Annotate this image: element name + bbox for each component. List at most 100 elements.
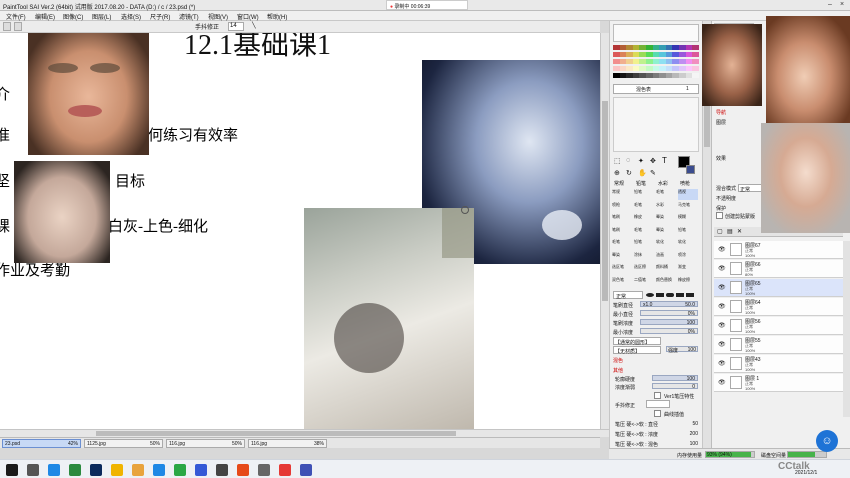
clip-mask-checkbox[interactable] bbox=[716, 212, 723, 219]
brush-tool-cell[interactable]: 软化 bbox=[656, 239, 676, 250]
color-swatch[interactable] bbox=[692, 73, 700, 78]
reference-photo-girl[interactable] bbox=[14, 161, 110, 263]
brush-tool-cell[interactable]: 毛笔 bbox=[612, 239, 632, 250]
tool-tab[interactable]: 铅笔 bbox=[636, 180, 646, 187]
visibility-eye-icon[interactable]: 👁 bbox=[718, 322, 726, 329]
taskview-icon[interactable] bbox=[27, 464, 39, 476]
pressure-size-value[interactable]: 50 bbox=[684, 421, 698, 427]
media-icon[interactable] bbox=[153, 464, 165, 476]
reference-photo-ornate[interactable] bbox=[702, 24, 762, 106]
ver1-checkbox[interactable] bbox=[654, 392, 661, 399]
texture-strength-slider[interactable]: 强度 100 bbox=[666, 346, 698, 354]
menu-help[interactable]: 帮助(H) bbox=[267, 12, 287, 21]
color-swatch[interactable] bbox=[692, 66, 700, 71]
layer-row[interactable]: 👁 图层66 正常 80% bbox=[714, 260, 843, 278]
brush-tool-cell[interactable]: 笔刷 bbox=[612, 214, 632, 225]
lasso-icon[interactable]: ◌ bbox=[626, 157, 630, 164]
color-swatch-grid[interactable] bbox=[613, 45, 700, 81]
menu-edit[interactable]: 编辑(E) bbox=[35, 12, 55, 21]
close-icon[interactable]: × bbox=[838, 1, 846, 9]
reference-photo-veil-white[interactable] bbox=[304, 208, 474, 429]
tool-tab[interactable]: 喷枪 bbox=[680, 180, 690, 187]
color-mixer-field[interactable]: 混色表 1 bbox=[613, 84, 699, 94]
curve-checkbox[interactable] bbox=[654, 410, 661, 417]
brush-tool-cell[interactable]: 铅笔 bbox=[634, 239, 654, 250]
browser-icon[interactable] bbox=[69, 464, 81, 476]
brush-tool-cell[interactable]: 选区笔 bbox=[612, 264, 632, 275]
app2-icon[interactable] bbox=[258, 464, 270, 476]
fade-slider[interactable]: 0 bbox=[652, 383, 698, 390]
menu-select[interactable]: 选择(S) bbox=[121, 12, 141, 21]
visibility-eye-icon[interactable]: 👁 bbox=[718, 284, 726, 291]
brush-tool-cell[interactable]: 油画 bbox=[656, 252, 676, 263]
brush-tool-cell[interactable]: 常规 bbox=[612, 189, 632, 200]
brush-tool-cell[interactable]: 喷涂 bbox=[678, 252, 698, 263]
brush-texture-select[interactable]: 【无材质】 bbox=[613, 346, 661, 355]
folder-icon[interactable] bbox=[111, 464, 123, 476]
brush-tool-cell[interactable]: 颜料桶 bbox=[656, 264, 676, 275]
pressure-density-value[interactable]: 200 bbox=[684, 431, 698, 437]
brush-tool-cell[interactable]: 软化 bbox=[678, 239, 698, 250]
brush-tool-cell[interactable]: 橡皮擦 bbox=[678, 277, 698, 288]
horizontal-scroll-thumb[interactable] bbox=[96, 431, 456, 436]
tab-116-jpg-2[interactable]: 116.jpg 38% bbox=[248, 439, 327, 448]
shield-icon[interactable] bbox=[195, 464, 207, 476]
tab-23-psd[interactable]: 23.psd 42% bbox=[2, 439, 81, 448]
start-icon[interactable] bbox=[6, 464, 18, 476]
brush-shape-select[interactable]: 【通常的圆形】 bbox=[613, 337, 661, 346]
slash-icon[interactable]: ╲ bbox=[252, 22, 256, 31]
edge-icon[interactable] bbox=[48, 464, 60, 476]
brush-tool-cell[interactable]: 透视 bbox=[678, 189, 698, 200]
wps-icon[interactable] bbox=[279, 464, 291, 476]
menu-image[interactable]: 图像(C) bbox=[63, 12, 83, 21]
stabilizer-input[interactable]: 14 bbox=[228, 22, 244, 31]
app3-icon[interactable] bbox=[300, 464, 312, 476]
canvas-area[interactable]: 12.1基础课1 介 准 何练习有效率 坚 目标 课 白灰-上色-细化 作业及考… bbox=[0, 33, 600, 429]
visibility-eye-icon[interactable]: 👁 bbox=[718, 341, 726, 348]
brush-tool-cell[interactable]: 橡皮 bbox=[634, 214, 654, 225]
new-layer-icon[interactable]: ▢ bbox=[717, 228, 723, 235]
brush-tool-cell[interactable]: 毛笔 bbox=[634, 202, 654, 213]
brush-shape-row[interactable] bbox=[646, 291, 696, 299]
menu-window[interactable]: 窗口(W) bbox=[237, 12, 259, 21]
magic-wand-icon[interactable]: ✦ bbox=[638, 157, 644, 165]
recording-indicator[interactable]: ● 录制中 00:06:39 bbox=[386, 0, 468, 10]
canvas-vertical-scrollbar[interactable] bbox=[600, 33, 609, 429]
reference-photo-flowers[interactable] bbox=[766, 16, 850, 126]
tab-116-jpg[interactable]: 116.jpg 50% bbox=[166, 439, 245, 448]
reference-photo-portrait[interactable] bbox=[28, 33, 149, 155]
redo-icon[interactable] bbox=[14, 22, 22, 31]
tab-1125-jpg[interactable]: 1125.jpg 50% bbox=[84, 439, 163, 448]
menu-layer[interactable]: 图层(L) bbox=[92, 12, 111, 21]
delete-layer-icon[interactable]: ✕ bbox=[737, 228, 742, 235]
brush-tool-cell[interactable]: 水彩 bbox=[656, 202, 676, 213]
menu-ruler[interactable]: 尺子(R) bbox=[150, 12, 170, 21]
cctalk-icon[interactable] bbox=[237, 464, 249, 476]
other-section-label[interactable]: 其他 bbox=[613, 367, 623, 374]
layer-row[interactable]: 👁 图层64 正常 100% bbox=[714, 298, 843, 316]
menu-filter[interactable]: 滤镜(T) bbox=[179, 12, 199, 21]
brush-tool-cell[interactable]: 毛笔 bbox=[634, 227, 654, 238]
eyedropper-icon[interactable]: ✎ bbox=[650, 169, 656, 177]
brush-tool-cell[interactable]: 喷枪 bbox=[612, 202, 632, 213]
secondary-color-swatch[interactable] bbox=[686, 165, 695, 174]
min-density-slider[interactable]: 0% bbox=[640, 328, 698, 335]
text-tool-icon[interactable]: T bbox=[662, 156, 667, 165]
brush-tool-cell[interactable]: 马克笔 bbox=[678, 202, 698, 213]
wechat-icon[interactable] bbox=[174, 464, 186, 476]
brush-tool-cell[interactable]: 晕染 bbox=[612, 252, 632, 263]
layer-list-scrollbar[interactable] bbox=[843, 241, 850, 417]
navigator-label[interactable]: 导航 bbox=[716, 109, 726, 116]
brush-size-slider[interactable]: x1.0 50.0 bbox=[640, 301, 698, 308]
visibility-eye-icon[interactable]: 👁 bbox=[718, 246, 726, 253]
minimize-icon[interactable]: – bbox=[826, 1, 834, 9]
color-swatch[interactable] bbox=[692, 59, 700, 64]
new-folder-icon[interactable]: ▤ bbox=[727, 228, 733, 235]
vertical-scroll-thumb[interactable] bbox=[602, 101, 608, 301]
stabilizer-select[interactable] bbox=[646, 400, 670, 408]
color-wheel-area[interactable] bbox=[613, 24, 699, 42]
menu-file[interactable]: 文件(F) bbox=[6, 12, 26, 21]
brush-tool-cell[interactable]: 渐变 bbox=[678, 264, 698, 275]
outline-slider[interactable]: 100 bbox=[652, 375, 698, 382]
tool-tab[interactable]: 水彩 bbox=[658, 180, 668, 187]
